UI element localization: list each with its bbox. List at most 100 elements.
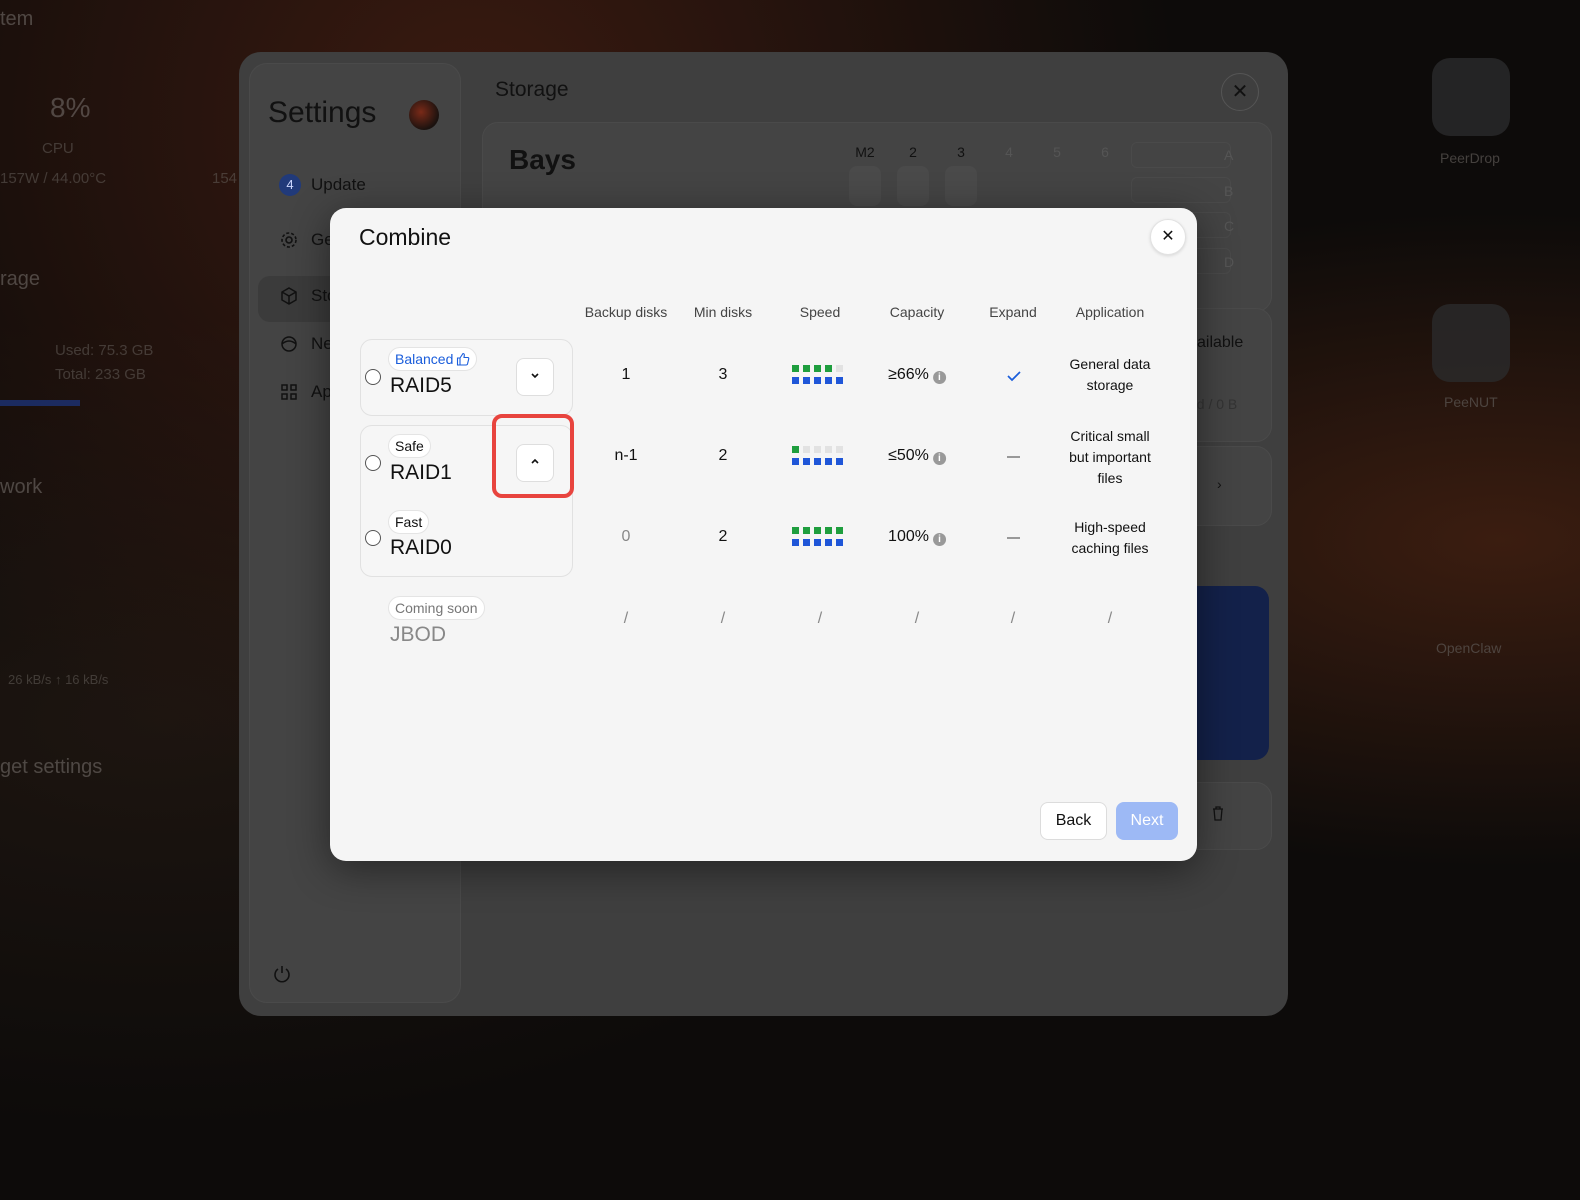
- bays-title: Bays: [509, 144, 576, 175]
- column-header-expand: Expand: [989, 304, 1037, 320]
- capacity-value: ≤50%: [888, 447, 929, 464]
- widget-settings-link[interactable]: get settings: [0, 756, 102, 779]
- speed-cell-bottom: [792, 377, 799, 384]
- raid5-min-disks: 3: [718, 366, 728, 383]
- sidebar-item-apps[interactable]: Ap: [279, 382, 332, 402]
- raid0-min-disks: 2: [718, 528, 728, 545]
- sidebar-item-update[interactable]: 4 Update: [279, 174, 366, 196]
- storage-usage-bar: [0, 400, 80, 406]
- sidebar-item-label: Ap: [311, 382, 332, 401]
- cpu-widget-value: 8%: [50, 92, 91, 123]
- bay-column-label: M2: [855, 144, 875, 160]
- speed-cell-top: [792, 446, 799, 453]
- raid5-name: RAID5: [390, 374, 452, 397]
- combine-dialog: Combine ✕ Backup disks Min disks Speed C…: [330, 208, 1197, 861]
- application-line: storage: [1086, 377, 1134, 393]
- app-icon-peenut[interactable]: [1432, 304, 1510, 382]
- raid1-application: Critical small but important files: [1069, 426, 1151, 489]
- available-label: vailable: [1189, 334, 1244, 351]
- bay-row-label: A: [1224, 147, 1234, 163]
- update-count-badge: 4: [279, 174, 301, 196]
- close-icon[interactable]: ✕: [1150, 219, 1186, 255]
- safe-tag: Safe: [388, 434, 431, 458]
- bay-column-label: 2: [909, 144, 917, 160]
- chevron-down-icon: [531, 373, 539, 379]
- speed-cell-top: [803, 527, 810, 534]
- pool-card: [1187, 586, 1269, 760]
- expand-dash: [1007, 537, 1020, 539]
- sidebar-item-network[interactable]: Ne: [279, 334, 333, 354]
- tag-label: Balanced: [395, 351, 454, 367]
- info-icon[interactable]: i: [932, 452, 946, 465]
- power-icon[interactable]: [272, 964, 292, 984]
- globe-icon: [281, 336, 297, 352]
- speed-cell-top: [803, 446, 810, 453]
- tag-label: Safe: [395, 438, 424, 454]
- column-header-application: Application: [1075, 304, 1145, 320]
- speed-cell-top: [814, 446, 821, 453]
- fast-tag: Fast: [388, 510, 430, 534]
- avatar[interactable]: [409, 100, 439, 130]
- speed-cell-top: [803, 365, 810, 372]
- application-line: files: [1097, 470, 1123, 486]
- bay-row: [1131, 177, 1231, 203]
- close-icon[interactable]: ✕: [1221, 73, 1259, 111]
- speed-cell-top: [792, 527, 799, 534]
- app-label-openclaw: OpenClaw: [1436, 640, 1502, 656]
- raid5-radio[interactable]: [365, 369, 381, 385]
- column-header-speed: Speed: [799, 304, 841, 320]
- raid1-radio[interactable]: [365, 455, 381, 471]
- speed-cell-bottom: [803, 377, 810, 384]
- sidebar-item-general[interactable]: Ge: [279, 230, 334, 250]
- info-icon[interactable]: i: [932, 371, 946, 384]
- system-widget-title: tem: [0, 8, 34, 30]
- gear-icon: [281, 232, 297, 248]
- back-button[interactable]: Back: [1040, 802, 1107, 840]
- bay-slot[interactable]: [897, 166, 929, 206]
- chevron-right-icon: ›: [1217, 476, 1222, 492]
- jbod-placeholder: /: [1107, 610, 1113, 627]
- raid0-speed-meter: [792, 527, 843, 546]
- secondary-readout: 154: [212, 170, 238, 187]
- speed-cell-top: [814, 365, 821, 372]
- column-header-min-disks: Min disks: [693, 304, 753, 320]
- speed-cell-bottom: [825, 539, 832, 546]
- sidebar-item-label: Update: [311, 175, 366, 194]
- balanced-tag: Balanced: [388, 347, 478, 371]
- raid5-expand-button[interactable]: [516, 358, 554, 396]
- sidebar-item-storage[interactable]: Sto: [279, 286, 337, 306]
- network-speeds: 26 kB/s ↑ 16 kB/s: [8, 672, 109, 687]
- raid0-name: RAID0: [390, 536, 452, 559]
- settings-title: Settings: [268, 96, 377, 129]
- expand-dash: [1007, 456, 1020, 458]
- raid1-backup-disks: n-1: [614, 447, 638, 464]
- bay-column-label: 3: [957, 144, 965, 160]
- speed-cell-bottom: [836, 458, 843, 465]
- application-line: General data: [1069, 356, 1151, 372]
- raid1-capacity: ≤50% i: [888, 447, 946, 465]
- raid1-min-disks: 2: [718, 447, 728, 464]
- jbod-placeholder: /: [817, 610, 823, 627]
- bay-slot[interactable]: [945, 166, 977, 206]
- raid0-capacity: 100% i: [888, 528, 946, 546]
- application-line: caching files: [1071, 540, 1149, 556]
- bay-row: [1131, 142, 1231, 168]
- app-label-peerdrop: PeerDrop: [1440, 150, 1500, 166]
- application-line: but important: [1069, 449, 1151, 465]
- capacity-value: 100%: [888, 528, 929, 545]
- check-icon: [1007, 371, 1021, 382]
- trash-icon[interactable]: [1211, 805, 1225, 821]
- app-icon-peerdrop[interactable]: [1432, 58, 1510, 136]
- next-button[interactable]: Next: [1116, 802, 1178, 840]
- raid5-speed-meter: [792, 365, 843, 384]
- raid0-radio[interactable]: [365, 530, 381, 546]
- bay-slot[interactable]: [849, 166, 881, 206]
- info-icon[interactable]: i: [932, 533, 946, 546]
- raid5-application: General data storage: [1070, 354, 1151, 396]
- column-header-backup-disks: Backup disks: [584, 304, 668, 320]
- bay-column-label: 4: [1005, 144, 1013, 160]
- speed-cell-bottom: [814, 539, 821, 546]
- coming-soon-tag: Coming soon: [388, 596, 485, 620]
- speed-cell-top: [836, 365, 843, 372]
- network-widget-title: work: [0, 476, 43, 498]
